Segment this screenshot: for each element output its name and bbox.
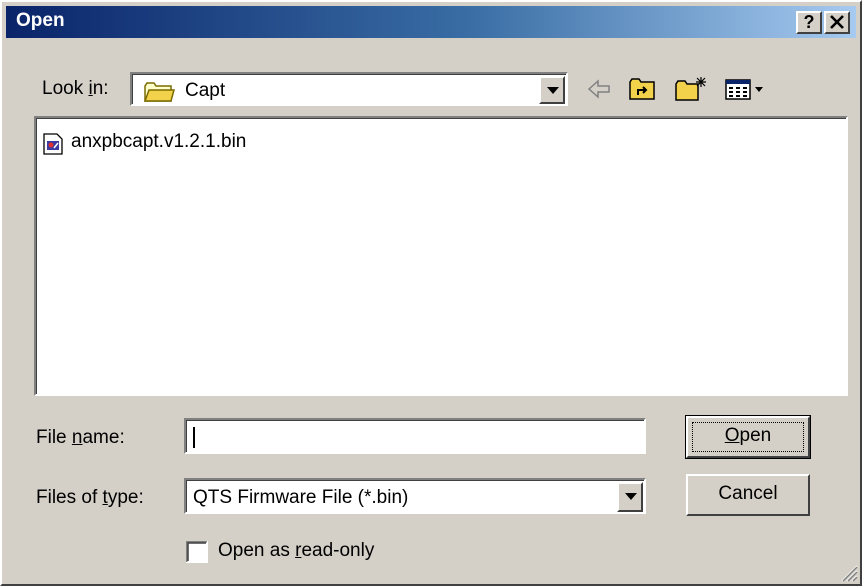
file-name-input-inner: [186, 420, 644, 452]
look-in-combo[interactable]: Capt: [130, 72, 568, 106]
help-button[interactable]: ?: [796, 11, 822, 34]
cancel-button[interactable]: Cancel: [686, 474, 810, 516]
file-name-label: File name:: [36, 427, 125, 449]
look-in-combo-inner: Capt: [132, 74, 566, 104]
look-in-value: Capt: [185, 80, 226, 101]
resize-grip-icon[interactable]: [838, 562, 858, 582]
back-arrow-icon[interactable]: [586, 76, 612, 102]
files-of-type-label-post: ype:: [107, 487, 144, 508]
open-button[interactable]: Open: [685, 415, 811, 459]
file-name-label-post: ame:: [82, 427, 125, 448]
file-name: anxpbcapt.v1.2.1.bin: [71, 131, 247, 152]
close-button[interactable]: [824, 11, 850, 34]
files-of-type-combo-inner: QTS Firmware File (*.bin): [186, 480, 644, 512]
look-in-label-post: n:: [92, 78, 109, 99]
close-icon: [830, 15, 844, 29]
views-menu-icon[interactable]: [724, 76, 766, 102]
read-only-label-pre: Open as: [218, 540, 296, 561]
bin-file-icon: [43, 133, 63, 155]
file-name-input[interactable]: [184, 418, 646, 454]
look-in-dropdown-button[interactable]: [539, 76, 565, 104]
files-of-type-combo[interactable]: QTS Firmware File (*.bin): [184, 478, 646, 514]
read-only-label-post: ead-only: [301, 540, 375, 561]
up-one-level-icon[interactable]: [628, 76, 656, 102]
files-of-type-label: Files of type:: [36, 487, 144, 509]
folder-icon: [143, 82, 175, 102]
title-bar[interactable]: Open ?: [6, 6, 856, 38]
files-of-type-dropdown-button[interactable]: [617, 482, 643, 512]
file-name-label-pre: File: [36, 427, 72, 448]
new-folder-icon[interactable]: [674, 76, 708, 102]
read-only-label[interactable]: Open as read-only: [218, 540, 374, 562]
file-list[interactable]: anxpbcapt.v1.2.1.bin: [34, 116, 848, 396]
files-of-type-label-pre: Files of: [36, 487, 103, 508]
files-of-type-value: QTS Firmware File (*.bin): [193, 487, 409, 508]
read-only-checkbox[interactable]: [186, 541, 208, 563]
focus-rect: [692, 422, 804, 452]
file-list-inner: anxpbcapt.v1.2.1.bin: [36, 118, 846, 394]
look-in-label: Look in:: [42, 78, 109, 100]
look-in-label-pre: Look: [42, 78, 89, 99]
dialog-title: Open: [16, 10, 65, 31]
file-name-label-accel: n: [71, 427, 83, 448]
text-caret: [193, 427, 195, 448]
open-dialog: Open ? Look in: Capt anxpbcapt.v1.2.1.bi…: [0, 0, 862, 586]
